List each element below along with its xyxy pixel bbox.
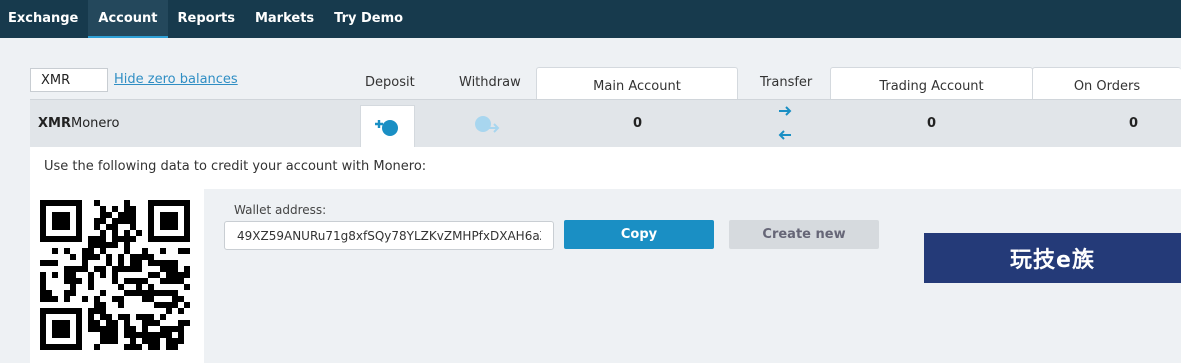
transfer-arrows-icon[interactable] <box>775 105 795 141</box>
wallet-address-field[interactable] <box>224 221 554 250</box>
hide-zero-balances-link[interactable]: Hide zero balances <box>114 72 238 87</box>
coin-name: Monero <box>71 116 120 131</box>
coin-row-xmr[interactable]: XMR Monero 0 0 0 <box>30 99 1181 149</box>
nav-account[interactable]: Account <box>88 0 168 38</box>
banner-logo: 玩技e族 <box>924 233 1181 283</box>
main-account-header: Main Account <box>536 67 738 100</box>
trading-account-balance: 0 <box>927 116 937 131</box>
coin-filter-input[interactable] <box>30 68 108 92</box>
deposit-column-header: Deposit <box>365 75 415 90</box>
copy-button[interactable]: Copy <box>564 220 714 249</box>
top-nav: Exchange Account Reports Markets Try Dem… <box>0 0 1181 38</box>
nav-try-demo[interactable]: Try Demo <box>324 0 413 38</box>
nav-reports[interactable]: Reports <box>168 0 245 38</box>
withdraw-column-header: Withdraw <box>459 75 521 90</box>
withdraw-coin-arrow-icon[interactable] <box>473 114 501 136</box>
trading-account-label: Trading Account <box>879 78 984 94</box>
on-orders-header: On Orders <box>1032 67 1181 100</box>
wallet-panel: Wallet address: Copy Create new 玩技e族 <box>204 189 1181 363</box>
nav-markets[interactable]: Markets <box>245 0 324 38</box>
trading-account-header: Trading Account <box>830 67 1033 100</box>
main-account-label: Main Account <box>593 78 681 94</box>
deposit-panel: Use the following data to credit your ac… <box>30 147 1181 363</box>
transfer-column-header: Transfer <box>760 75 813 90</box>
create-new-button[interactable]: Create new <box>729 220 879 249</box>
main-account-balance: 0 <box>633 116 643 131</box>
on-orders-balance: 0 <box>1129 116 1139 131</box>
nav-exchange[interactable]: Exchange <box>0 0 88 38</box>
on-orders-label: On Orders <box>1073 78 1141 94</box>
wallet-address-label: Wallet address: <box>234 203 327 217</box>
deposit-instruction: Use the following data to credit your ac… <box>44 159 427 174</box>
qr-code <box>40 200 190 350</box>
coin-symbol: XMR <box>38 116 71 131</box>
deposit-plus-coin-icon <box>375 120 398 136</box>
deposit-tab[interactable] <box>360 105 415 149</box>
